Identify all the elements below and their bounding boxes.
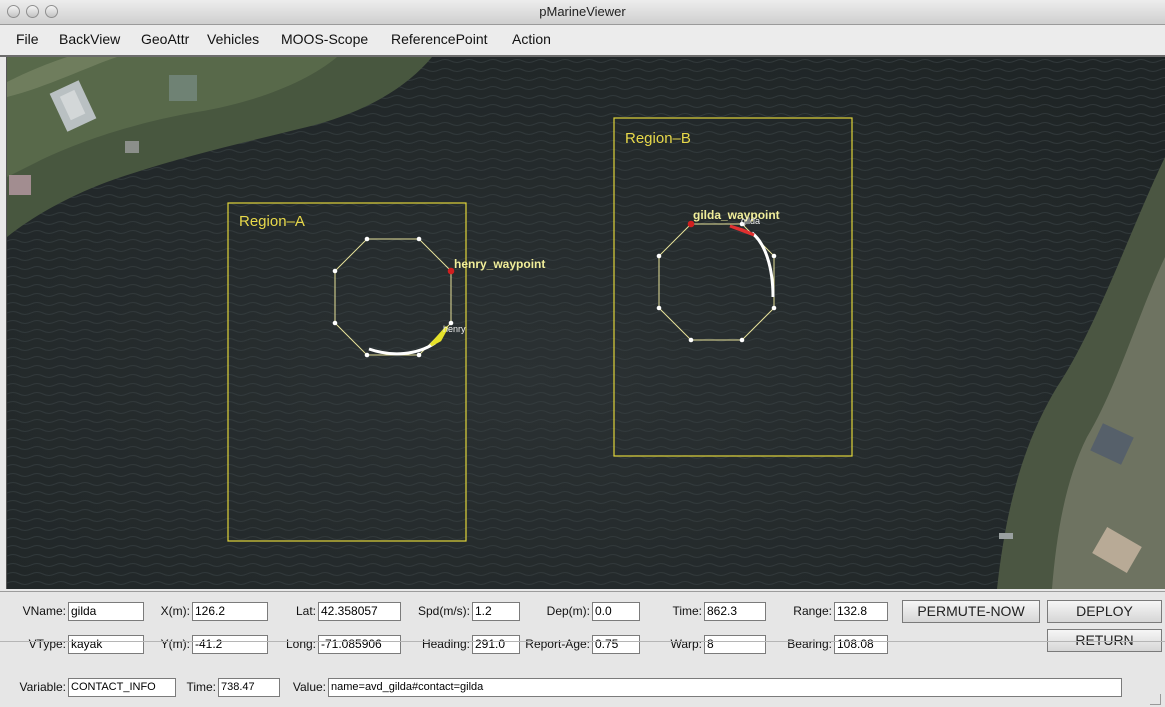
map-view[interactable]: Region–A Region–B henry_waypoint gilda_w… xyxy=(6,57,1165,589)
region-a-label: Region–A xyxy=(239,213,305,230)
value-label: Value: xyxy=(292,680,326,694)
time-field[interactable]: 862.3 xyxy=(704,602,766,621)
menu-action[interactable]: Action xyxy=(512,31,551,47)
vtype-field[interactable]: kayak xyxy=(68,635,144,654)
gilda-vehicle-label: gilda xyxy=(741,216,761,226)
window-title: pMarineViewer xyxy=(539,4,626,19)
variable-time-label: Time: xyxy=(186,680,216,694)
menu-geoattr[interactable]: GeoAttr xyxy=(141,31,189,47)
menu-file[interactable]: File xyxy=(16,31,39,47)
range-label: Range: xyxy=(793,604,832,618)
x-field[interactable]: 126.2 xyxy=(192,602,268,621)
menu-moos-scope[interactable]: MOOS-Scope xyxy=(281,31,368,47)
bearing-label: Bearing: xyxy=(787,637,832,651)
permute-now-button[interactable]: PERMUTE-NOW xyxy=(902,600,1040,623)
lat-label: Lat: xyxy=(295,604,316,618)
heading-field[interactable]: 291.0 xyxy=(472,635,520,654)
time-label: Time: xyxy=(672,604,702,618)
spd-label: Spd(m/s): xyxy=(417,604,470,618)
title-bar: pMarineViewer xyxy=(0,0,1165,25)
y-field[interactable]: -41.2 xyxy=(192,635,268,654)
x-label: X(m): xyxy=(160,604,190,618)
region-b-label: Region–B xyxy=(625,130,691,147)
house-2 xyxy=(169,75,197,101)
variable-field[interactable]: CONTACT_INFO xyxy=(68,678,176,697)
variable-time-field[interactable]: 738.47 xyxy=(218,678,280,697)
report-age-label: Report-Age: xyxy=(525,637,590,651)
range-field[interactable]: 132.8 xyxy=(834,602,888,621)
control-panel: VName: gilda X(m): 126.2 Lat: 42.358057 … xyxy=(0,591,1165,707)
y-label: Y(m): xyxy=(160,637,190,651)
resize-grip-icon[interactable] xyxy=(1150,694,1161,705)
long-label: Long: xyxy=(285,637,316,651)
heading-label: Heading: xyxy=(421,637,470,651)
map-canvas xyxy=(7,57,1165,589)
panel-separator xyxy=(0,641,1165,642)
menu-vehicles[interactable]: Vehicles xyxy=(207,31,259,47)
henry-vehicle-label: henry xyxy=(443,324,466,334)
deploy-button[interactable]: DEPLOY xyxy=(1047,600,1162,623)
dep-field[interactable]: 0.0 xyxy=(592,602,640,621)
vtype-label: VType: xyxy=(28,637,66,651)
spd-field[interactable]: 1.2 xyxy=(472,602,520,621)
long-field[interactable]: -71.085906 xyxy=(318,635,401,654)
warp-field[interactable]: 8 xyxy=(704,635,766,654)
vname-label: VName: xyxy=(22,604,66,618)
gilda-waypoint-label: gilda_waypoint xyxy=(693,208,780,222)
vname-field[interactable]: gilda xyxy=(68,602,144,621)
henry-waypoint-label: henry_waypoint xyxy=(454,257,546,271)
report-age-field[interactable]: 0.75 xyxy=(592,635,640,654)
menu-referencepoint[interactable]: ReferencePoint xyxy=(391,31,488,47)
warp-label: Warp: xyxy=(670,637,702,651)
value-field[interactable]: name=avd_gilda#contact=gilda xyxy=(328,678,1122,697)
bearing-field[interactable]: 108.08 xyxy=(834,635,888,654)
dep-label: Dep(m): xyxy=(546,604,590,618)
lat-field[interactable]: 42.358057 xyxy=(318,602,401,621)
menu-bar: File BackView GeoAttr Vehicles MOOS-Scop… xyxy=(0,25,1165,57)
menu-backview[interactable]: BackView xyxy=(59,31,120,47)
variable-label: Variable: xyxy=(19,680,66,694)
